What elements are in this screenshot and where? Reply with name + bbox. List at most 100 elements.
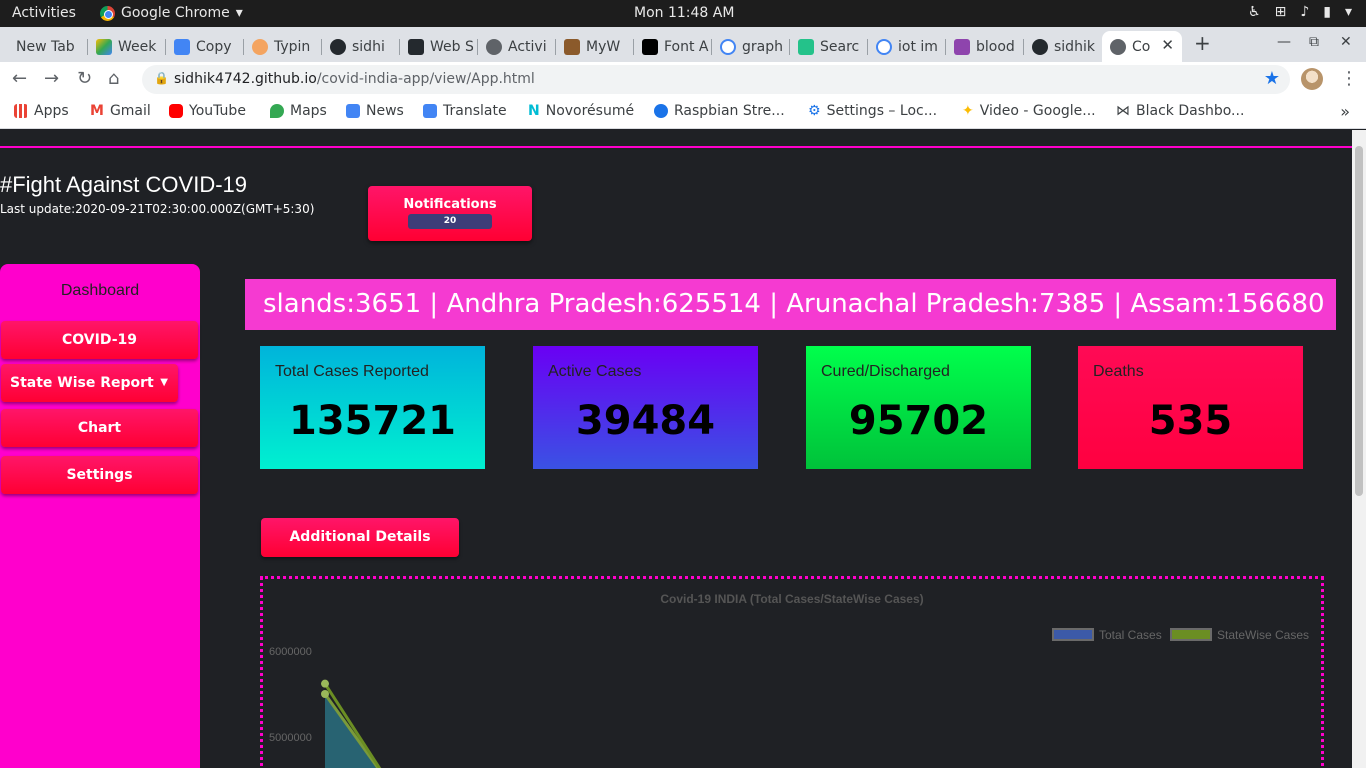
- gmail-icon: M: [90, 103, 104, 119]
- bookmark-gmail[interactable]: M Gmail: [90, 103, 151, 119]
- tab-label: graph: [742, 38, 783, 55]
- chrome-menu-icon[interactable]: ⋮: [1340, 68, 1358, 89]
- tab-label: sidhi: [352, 38, 385, 55]
- y-tick-label: 5000000: [269, 732, 312, 744]
- minimize-window-button[interactable]: —: [1277, 34, 1291, 50]
- sidebar-item-settings[interactable]: Settings: [1, 456, 198, 494]
- header-divider: [0, 146, 1352, 148]
- tab-sidhik-github[interactable]: sidhi: [322, 31, 400, 62]
- tab-graph[interactable]: graph: [712, 31, 790, 62]
- app-menu[interactable]: Google Chrome ▾: [100, 5, 243, 21]
- bookmark-news[interactable]: News: [346, 103, 404, 119]
- bookmark-label: Black Dashbo...: [1136, 103, 1245, 119]
- volume-icon[interactable]: ♪: [1300, 4, 1309, 20]
- page-scrollbar[interactable]: [1352, 130, 1366, 768]
- more-bookmarks-icon[interactable]: »: [1340, 102, 1350, 121]
- tab-iot[interactable]: iot im: [868, 31, 946, 62]
- tab-sidhik-github-2[interactable]: sidhik: [1024, 31, 1102, 62]
- bookmark-translate[interactable]: Translate: [423, 103, 507, 119]
- power-menu-chevron-icon[interactable]: ▾: [1345, 4, 1352, 20]
- maps-pin-icon: [270, 104, 284, 118]
- url-path: /covid-india-app/view/App.html: [316, 71, 535, 87]
- sidebar-item-state-wise-report[interactable]: State Wise Report ▼: [1, 364, 178, 402]
- activities-button[interactable]: Activities: [12, 5, 76, 21]
- tab-search[interactable]: Searc: [790, 31, 868, 62]
- bookmark-apps[interactable]: Apps: [14, 103, 69, 119]
- deaths-card: Deaths 535: [1078, 346, 1303, 469]
- close-tab-icon[interactable]: ✕: [1161, 36, 1174, 54]
- page-content: #Fight Against COVID-19 Last update:2020…: [0, 130, 1352, 768]
- notifications-button[interactable]: Notifications 20: [368, 186, 532, 241]
- tab-label: Font A: [664, 38, 709, 55]
- bookmark-label: Translate: [443, 103, 507, 119]
- bookmark-star-icon[interactable]: ★: [1264, 68, 1280, 89]
- tab-label: MyW: [586, 38, 621, 55]
- font-awesome-flag-icon: [642, 38, 658, 55]
- sidebar-item-chart[interactable]: Chart: [1, 409, 198, 447]
- news-icon: [346, 104, 360, 118]
- bookmark-label: Gmail: [109, 103, 151, 119]
- tab-label: blood: [976, 38, 1015, 55]
- close-window-button[interactable]: ✕: [1340, 34, 1352, 50]
- new-tab-button[interactable]: +: [1194, 31, 1211, 55]
- chart-title: Covid-19 INDIA (Total Cases/StateWise Ca…: [660, 592, 923, 606]
- accessibility-icon[interactable]: ♿: [1248, 4, 1261, 20]
- tab-typing[interactable]: Typin: [244, 31, 322, 62]
- tab-blood[interactable]: blood: [946, 31, 1024, 62]
- card-value: 95702: [848, 398, 989, 444]
- vue-icon: [798, 38, 814, 55]
- google-docs-icon: [174, 38, 190, 55]
- scrollbar-thumb[interactable]: [1355, 146, 1363, 496]
- bowtie-icon: ⋈: [1116, 103, 1130, 119]
- tab-new-tab[interactable]: New Tab: [8, 31, 88, 62]
- bookmark-novoresume[interactable]: N Novorésumé: [528, 103, 634, 119]
- system-tray[interactable]: ♿ ⊞ ♪ ▮ ▾: [1248, 4, 1352, 20]
- page-title: #Fight Against COVID-19: [0, 172, 248, 197]
- clock[interactable]: Mon 11:48 AM: [634, 5, 734, 21]
- bookmark-settings[interactable]: ⚙ Settings – Loc...: [808, 103, 937, 119]
- active-cases-card: Active Cases 39484: [533, 346, 758, 469]
- reload-button[interactable]: ↻: [77, 68, 92, 89]
- tab-week[interactable]: Week: [88, 31, 166, 62]
- home-button[interactable]: ⌂: [108, 68, 119, 89]
- restore-window-button[interactable]: ⧉: [1309, 34, 1319, 50]
- network-icon[interactable]: ⊞: [1275, 4, 1287, 20]
- bookmark-label: Raspbian Stre...: [674, 103, 785, 119]
- tab-label: Typin: [274, 38, 311, 55]
- profile-avatar[interactable]: [1301, 68, 1323, 90]
- bookmark-label: Apps: [34, 103, 69, 119]
- bookmark-maps[interactable]: Maps: [270, 103, 327, 119]
- sidebar-item-covid19[interactable]: COVID-19: [1, 321, 198, 359]
- battery-icon[interactable]: ▮: [1323, 4, 1331, 20]
- lock-icon[interactable]: 🔒: [154, 71, 169, 85]
- github-icon: [330, 38, 346, 55]
- bookmark-label: YouTube: [189, 103, 246, 119]
- url-host: sidhik4742.github.io: [174, 71, 317, 87]
- data-point: [321, 690, 329, 698]
- translate-icon: [423, 104, 437, 118]
- tab-activity[interactable]: Activi: [478, 31, 556, 62]
- tab-covid-active[interactable]: Co ✕: [1102, 31, 1182, 62]
- bookmark-label: Novorésumé: [545, 103, 635, 119]
- tab-copy[interactable]: Copy: [166, 31, 244, 62]
- chrome-icon: [100, 5, 115, 21]
- tab-myw[interactable]: MyW: [556, 31, 634, 62]
- profile-photo-icon: [564, 38, 580, 55]
- novoresume-icon: N: [528, 103, 540, 119]
- tab-web[interactable]: Web S: [400, 31, 478, 62]
- address-bar[interactable]: 🔒 sidhik4742.github.io/covid-india-app/v…: [142, 65, 1290, 94]
- bookmark-raspbian[interactable]: Raspbian Stre...: [654, 103, 785, 119]
- additional-details-button[interactable]: Additional Details: [261, 518, 459, 557]
- tab-font-awesome[interactable]: Font A: [634, 31, 712, 62]
- y-tick-label: 6000000: [269, 646, 312, 658]
- forward-button[interactable]: →: [44, 68, 59, 89]
- system-top-bar: Activities Google Chrome ▾ Mon 11:48 AM …: [0, 0, 1366, 27]
- bookmark-youtube[interactable]: YouTube: [169, 103, 246, 119]
- tab-strip: New Tab Week Copy Typin sidhi Web S Acti…: [0, 27, 1366, 62]
- back-button[interactable]: ←: [12, 68, 27, 89]
- tab-label: Week: [118, 38, 157, 55]
- bookmark-label: News: [366, 103, 404, 119]
- tab-label: Copy: [196, 38, 232, 55]
- bookmark-black-dashboard[interactable]: ⋈ Black Dashbo...: [1116, 103, 1244, 119]
- bookmark-video-google[interactable]: ✦ Video - Google...: [962, 103, 1096, 119]
